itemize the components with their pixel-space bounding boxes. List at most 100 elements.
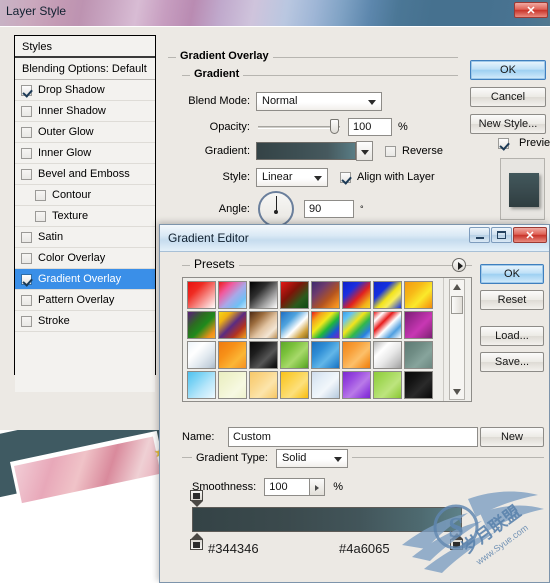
opacity-slider[interactable]	[258, 118, 340, 134]
style-item-drop-shadow[interactable]: Drop Shadow	[15, 80, 155, 101]
style-select[interactable]: Linear	[256, 167, 328, 187]
opacity-slider-knob[interactable]	[330, 118, 339, 134]
preset-swatch[interactable]	[249, 311, 278, 339]
preset-swatch[interactable]	[311, 281, 340, 309]
opacity-stop-left[interactable]	[190, 490, 203, 507]
new-button[interactable]: New	[480, 427, 544, 447]
preset-swatch[interactable]	[404, 311, 433, 339]
presets-scroll-thumb[interactable]	[450, 296, 463, 314]
angle-input[interactable]: 90	[304, 200, 354, 218]
preset-swatch[interactable]	[311, 371, 340, 399]
preset-swatch[interactable]	[249, 281, 278, 309]
checkbox-icon[interactable]	[21, 105, 32, 117]
style-item-gradient-overlay[interactable]: Gradient Overlay	[15, 269, 155, 290]
maximize-icon[interactable]	[491, 227, 512, 243]
load-button[interactable]: Load...	[480, 326, 544, 346]
preset-swatch[interactable]	[311, 311, 340, 339]
preset-swatch[interactable]	[280, 311, 309, 339]
style-item-satin[interactable]: Satin	[15, 227, 155, 248]
preset-swatch[interactable]	[373, 341, 402, 369]
preset-swatch[interactable]	[187, 281, 216, 309]
preset-swatch[interactable]	[404, 371, 433, 399]
ok-button[interactable]: OK	[480, 264, 544, 284]
align-with-layer-checkbox[interactable]	[340, 171, 351, 183]
preset-swatch[interactable]	[373, 281, 402, 309]
style-item-stroke[interactable]: Stroke	[15, 311, 155, 332]
presets-grid[interactable]	[183, 278, 443, 401]
preset-swatch[interactable]	[404, 341, 433, 369]
preset-swatch[interactable]	[311, 341, 340, 369]
opacity-input[interactable]: 100	[348, 118, 392, 136]
preset-swatch[interactable]	[280, 371, 309, 399]
checkbox-icon[interactable]	[21, 273, 32, 285]
cancel-button[interactable]: Cancel	[470, 87, 546, 107]
save-button[interactable]: Save...	[480, 352, 544, 372]
style-item-inner-shadow[interactable]: Inner Shadow	[15, 101, 155, 122]
preset-swatch[interactable]	[280, 341, 309, 369]
color-stop-right[interactable]	[450, 533, 463, 550]
checkbox-icon[interactable]	[21, 252, 32, 264]
minimize-icon[interactable]	[469, 227, 490, 243]
preset-swatch[interactable]	[187, 371, 216, 399]
presets-scroll-track[interactable]	[448, 279, 465, 400]
preset-swatch[interactable]	[373, 311, 402, 339]
preset-swatch[interactable]	[373, 371, 402, 399]
style-item-outer-glow[interactable]: Outer Glow	[15, 122, 155, 143]
name-input[interactable]: Custom	[228, 427, 478, 447]
preset-swatch[interactable]	[342, 341, 371, 369]
preset-swatch[interactable]	[249, 371, 278, 399]
smoothness-stepper-icon[interactable]	[310, 478, 326, 496]
checkbox-icon[interactable]	[35, 210, 46, 222]
gradient-type-select[interactable]: Solid	[275, 448, 348, 468]
style-item-color-overlay[interactable]: Color Overlay	[15, 248, 155, 269]
presets-menu-icon[interactable]	[452, 258, 466, 272]
layer-style-titlebar[interactable]: Layer Style ✕	[0, 0, 550, 26]
checkbox-icon[interactable]	[21, 231, 32, 243]
scroll-up-icon[interactable]	[452, 284, 461, 290]
preset-swatch[interactable]	[342, 281, 371, 309]
smoothness-input[interactable]: 100	[264, 478, 311, 496]
blending-options-row[interactable]: Blending Options: Default	[15, 58, 155, 80]
blend-mode-select[interactable]: Normal	[256, 91, 382, 111]
checkbox-icon[interactable]	[21, 84, 32, 96]
gradient-editor-titlebar[interactable]: Gradient Editor ✕	[160, 225, 549, 252]
gradient-strip[interactable]	[192, 507, 462, 532]
reverse-checkbox[interactable]	[385, 145, 396, 157]
opacity-slider-track[interactable]	[258, 125, 340, 129]
style-item-contour[interactable]: Contour	[15, 185, 155, 206]
checkbox-icon[interactable]	[21, 126, 32, 138]
style-item-inner-glow[interactable]: Inner Glow	[15, 143, 155, 164]
presets-scrollbar[interactable]	[443, 278, 469, 401]
preview-toggle[interactable]: Preview	[498, 137, 550, 149]
checkbox-icon[interactable]	[35, 189, 46, 201]
preset-swatch[interactable]	[218, 371, 247, 399]
gradient-picker-dropdown[interactable]	[356, 141, 373, 161]
preset-swatch[interactable]	[404, 281, 433, 309]
angle-dial[interactable]	[258, 191, 294, 227]
checkbox-icon[interactable]	[21, 315, 32, 327]
color-stop-left[interactable]	[190, 533, 203, 550]
style-item-bevel-and-emboss[interactable]: Bevel and Emboss	[15, 164, 155, 185]
preset-swatch[interactable]	[249, 341, 278, 369]
preset-swatch[interactable]	[342, 371, 371, 399]
close-icon[interactable]: ✕	[513, 227, 547, 243]
preset-swatch[interactable]	[342, 311, 371, 339]
preview-checkbox[interactable]	[498, 137, 509, 149]
reset-button[interactable]: Reset	[480, 290, 544, 310]
preset-swatch[interactable]	[187, 311, 216, 339]
new-style-button[interactable]: New Style...	[470, 114, 546, 134]
preset-swatch[interactable]	[218, 281, 247, 309]
scroll-down-icon[interactable]	[452, 389, 461, 395]
close-icon[interactable]: ✕	[514, 2, 548, 18]
ok-button[interactable]: OK	[470, 60, 546, 80]
style-item-texture[interactable]: Texture	[15, 206, 155, 227]
checkbox-icon[interactable]	[21, 294, 32, 306]
preset-swatch[interactable]	[280, 281, 309, 309]
preset-swatch[interactable]	[218, 341, 247, 369]
checkbox-icon[interactable]	[21, 147, 32, 159]
preset-swatch[interactable]	[218, 311, 247, 339]
preset-swatch[interactable]	[187, 341, 216, 369]
gradient-preview-swatch[interactable]	[256, 142, 356, 160]
checkbox-icon[interactable]	[21, 168, 32, 180]
style-item-pattern-overlay[interactable]: Pattern Overlay	[15, 290, 155, 311]
